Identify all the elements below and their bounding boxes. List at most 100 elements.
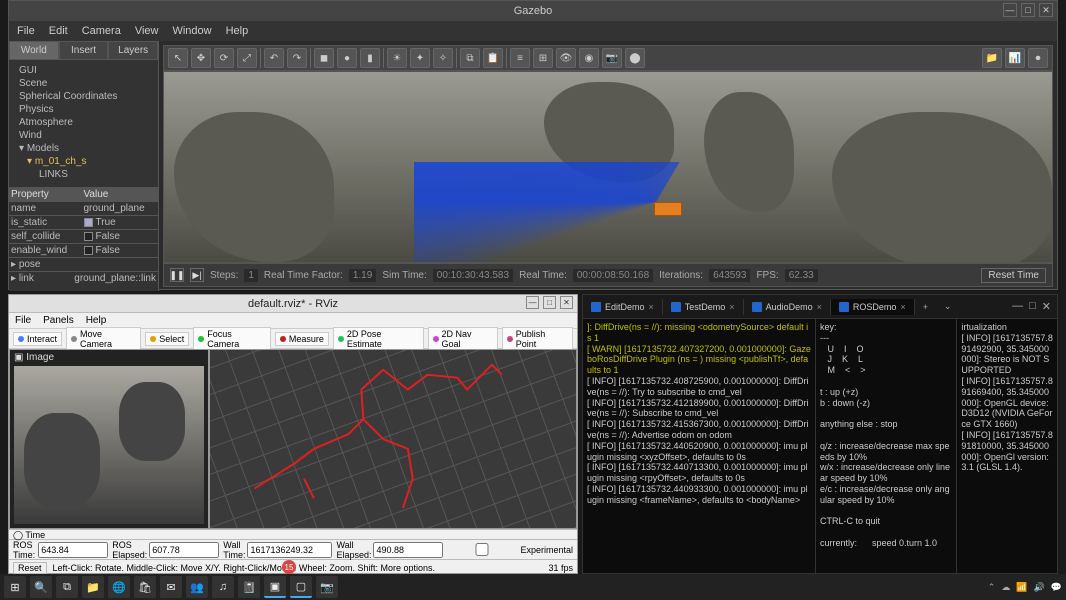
rviz-min-icon[interactable]: — (526, 296, 539, 309)
gazebo-tab-insert[interactable]: Insert (59, 41, 109, 60)
select-button[interactable]: Select (145, 332, 189, 346)
taskview-icon[interactable]: ⧉ (56, 576, 78, 598)
folder-icon[interactable]: 📁 (982, 48, 1002, 68)
gazebo-menu-file[interactable]: File (17, 25, 35, 37)
ros-elapsed-field[interactable] (149, 542, 219, 558)
box-icon[interactable]: ◼ (314, 48, 334, 68)
nav-goal-button[interactable]: 2D Nav Goal (428, 327, 498, 351)
snagit-icon[interactable]: 📷 (316, 576, 338, 598)
snap-icon[interactable]: ⊞ (533, 48, 553, 68)
gazebo-close-icon[interactable]: ✕ (1039, 3, 1053, 17)
terminal-tab-editdemo[interactable]: EditDemo× (583, 299, 663, 315)
step-icon[interactable]: ▶| (190, 268, 204, 282)
reset-time-button[interactable]: Reset Time (981, 268, 1046, 283)
term-max-icon[interactable]: □ (1029, 300, 1036, 313)
gazebo-menu-edit[interactable]: Edit (49, 25, 68, 37)
gazebo-titlebar[interactable]: Gazebo — □ ✕ (9, 1, 1057, 21)
terminal-pane-3[interactable]: irtualization [ INFO] [1617135757.891492… (957, 319, 1057, 573)
pause-icon[interactable]: ❚❚ (170, 268, 184, 282)
gazebo-tab-layers[interactable]: Layers (108, 41, 158, 60)
gazebo-menu-view[interactable]: View (135, 25, 159, 37)
spotify-icon[interactable]: ♫ (212, 576, 234, 598)
tray-notification-icon[interactable]: 💬 (1051, 582, 1062, 593)
mail-icon[interactable]: ✉ (160, 576, 182, 598)
screenshot-icon[interactable]: 📷 (602, 48, 622, 68)
explorer-icon[interactable]: 📁 (82, 576, 104, 598)
ros-time-field[interactable] (38, 542, 108, 558)
paste-icon[interactable]: 📋 (483, 48, 503, 68)
time-panel-header[interactable]: ◯ Time (9, 529, 577, 539)
gazebo-tab-world[interactable]: World (9, 41, 59, 60)
close-tab-icon[interactable]: × (729, 302, 734, 312)
joint-icon[interactable]: ◉ (579, 48, 599, 68)
gazebo-menu-window[interactable]: Window (172, 25, 211, 37)
focus-camera-button[interactable]: Focus Camera (193, 327, 271, 351)
close-tab-icon[interactable]: × (649, 302, 654, 312)
steps-value[interactable]: 1 (244, 269, 258, 282)
search-icon[interactable]: 🔍 (30, 576, 52, 598)
scale-icon[interactable]: ⤢ (237, 48, 257, 68)
tree-item[interactable]: Wind (13, 129, 154, 142)
gazebo-min-icon[interactable]: — (1003, 3, 1017, 17)
pointer-icon[interactable]: ↖ (168, 48, 188, 68)
measure-button[interactable]: Measure (275, 332, 329, 346)
move-icon[interactable]: ✥ (191, 48, 211, 68)
notification-badge[interactable]: 15 (282, 560, 296, 574)
gazebo-world-tree[interactable]: GUI Scene Spherical Coordinates Physics … (9, 60, 158, 185)
tree-item-models[interactable]: ▾ Models (13, 142, 154, 155)
terminal-tab-rosdemo[interactable]: ROSDemo× (831, 299, 915, 315)
tree-item[interactable]: Scene (13, 77, 154, 90)
light-spot-icon[interactable]: ✦ (410, 48, 430, 68)
redo-icon[interactable]: ↷ (287, 48, 307, 68)
rotate-icon[interactable]: ⟳ (214, 48, 234, 68)
tree-item[interactable]: Physics (13, 103, 154, 116)
rviz-reset-button[interactable]: Reset (13, 562, 47, 574)
gazebo-menu-camera[interactable]: Camera (82, 25, 121, 37)
light-dir-icon[interactable]: ✧ (433, 48, 453, 68)
tray-volume-icon[interactable]: 🔊 (1034, 582, 1045, 593)
interact-button[interactable]: Interact (13, 332, 62, 346)
cylinder-icon[interactable]: ▮ (360, 48, 380, 68)
gazebo-max-icon[interactable]: □ (1021, 3, 1035, 17)
teams-icon[interactable]: 👥 (186, 576, 208, 598)
record-icon[interactable]: ⏺ (1028, 48, 1048, 68)
prop-name-val[interactable]: ground_plane (84, 203, 157, 214)
terminal-pane-1[interactable]: ]: DiffDrive(ns = //): missing <odometry… (583, 319, 816, 573)
wall-elapsed-field[interactable] (373, 542, 443, 558)
rviz-titlebar[interactable]: default.rviz* - RViz — □ ✕ (9, 295, 577, 313)
copy-icon[interactable]: ⧉ (460, 48, 480, 68)
onenote-icon[interactable]: 📓 (238, 576, 260, 598)
tree-item-links[interactable]: LINKS (13, 168, 154, 181)
pose-estimate-button[interactable]: 2D Pose Estimate (333, 327, 424, 351)
plot-icon[interactable]: 📊 (1005, 48, 1025, 68)
tray-wifi-icon[interactable]: 📶 (1016, 582, 1027, 593)
move-camera-button[interactable]: Move Camera (66, 327, 141, 351)
rviz-close-icon[interactable]: ✕ (560, 296, 573, 309)
tree-item[interactable]: Atmosphere (13, 116, 154, 129)
term-min-icon[interactable]: — (1012, 300, 1023, 313)
rviz-image-panel[interactable]: ▣ Image (9, 349, 209, 529)
terminal-tab-audiodemo[interactable]: AudioDemo× (744, 299, 831, 315)
experimental-checkbox[interactable] (447, 543, 517, 556)
terminal-tab-testdemo[interactable]: TestDemo× (663, 299, 744, 315)
checkbox-icon[interactable] (84, 246, 93, 255)
term-close-icon[interactable]: ✕ (1042, 300, 1051, 313)
start-icon[interactable]: ⊞ (4, 576, 26, 598)
tree-item[interactable]: Spherical Coordinates (13, 90, 154, 103)
align-icon[interactable]: ≡ (510, 48, 530, 68)
rviz-taskbar-icon[interactable]: ▢ (290, 576, 312, 598)
edge-icon[interactable]: 🌐 (108, 576, 130, 598)
prop-pose-key[interactable]: ▸ pose (11, 259, 84, 270)
rviz-viewport[interactable] (209, 349, 577, 529)
light-point-icon[interactable]: ☀ (387, 48, 407, 68)
wall-time-field[interactable] (247, 542, 332, 558)
system-tray[interactable]: ⌃ ☁ 📶 🔊 💬 (988, 582, 1062, 593)
checkbox-icon[interactable] (84, 232, 93, 241)
undo-icon[interactable]: ↶ (264, 48, 284, 68)
prop-link-key[interactable]: ▸ link (11, 273, 74, 284)
rviz-menu-help[interactable]: Help (86, 315, 107, 326)
terminal-pane-2[interactable]: key: --- U I O J K L M < > t : up (+z) b… (816, 319, 957, 573)
tree-item-selected[interactable]: ▾ m_01_ch_s (13, 155, 154, 168)
sphere-icon[interactable]: ● (337, 48, 357, 68)
gazebo-viewport[interactable] (163, 71, 1053, 263)
